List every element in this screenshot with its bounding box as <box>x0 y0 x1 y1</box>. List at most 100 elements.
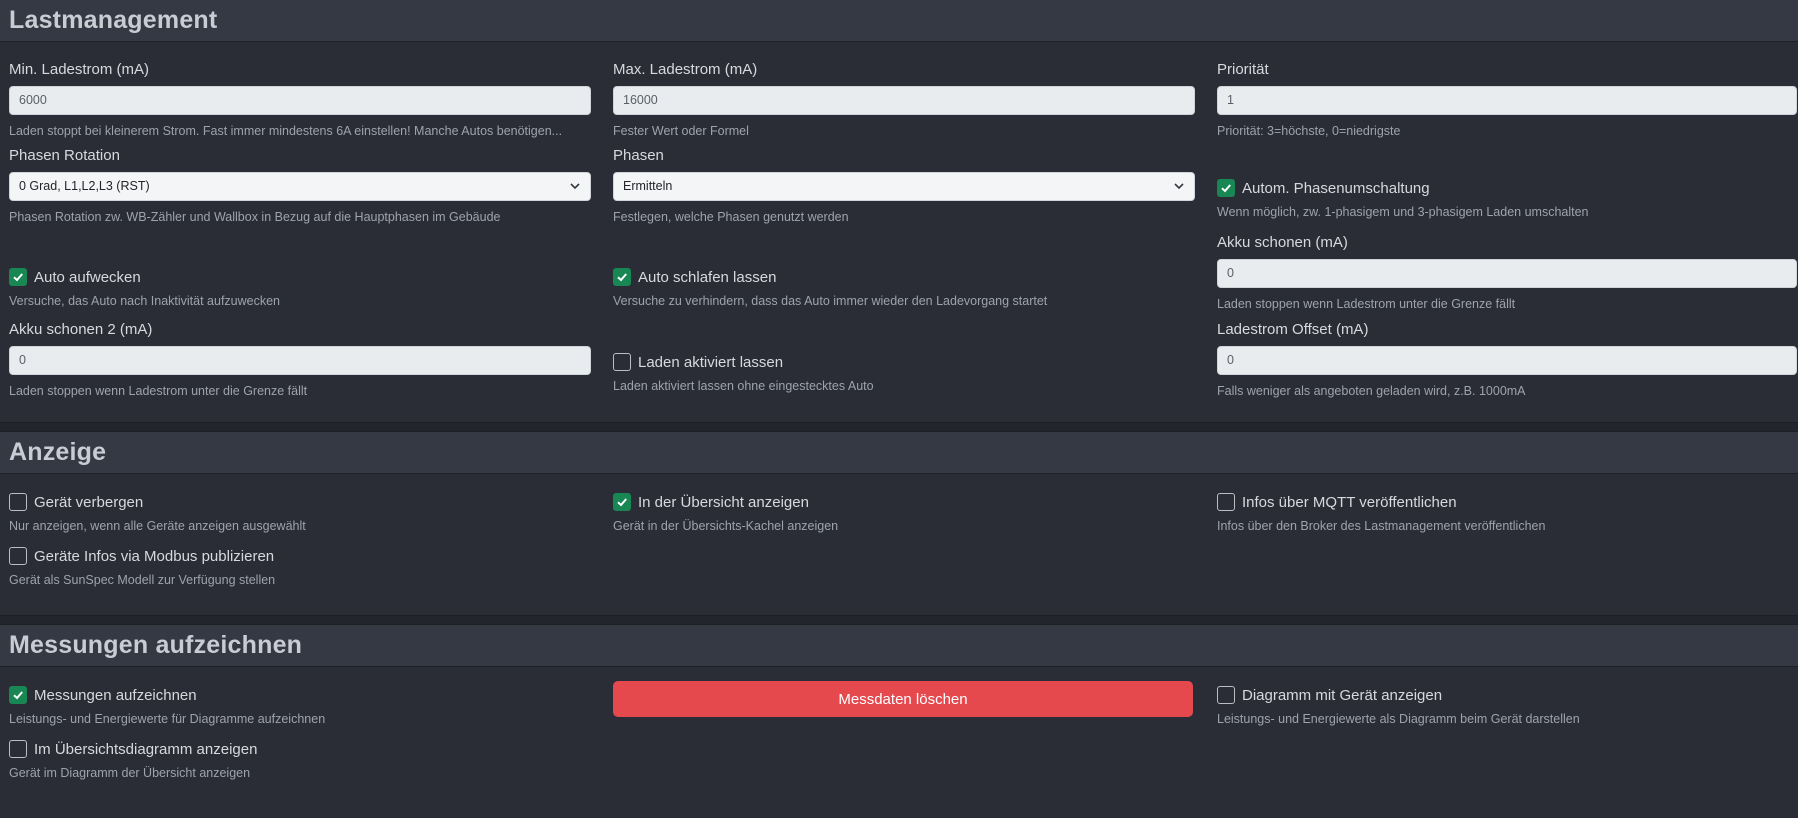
uebersicht-anzeigen-checkbox[interactable] <box>613 493 631 511</box>
field-label: Phasen <box>613 147 664 164</box>
akku-schonen-field: Akku schonen (mA) 0 Laden stoppen wenn L… <box>1217 233 1797 312</box>
check-row: Gerät verbergen <box>9 492 591 512</box>
auto-schlafen-checkbox[interactable] <box>613 268 631 286</box>
field-help: Laden stoppen wenn Ladestrom unter die G… <box>9 384 308 398</box>
section-body: Messungen aufzeichnen Leistungs- und Ene… <box>0 667 1798 817</box>
akku-schonen2-field: Akku schonen 2 (mA) 0 Laden stoppen wenn… <box>9 320 591 399</box>
field-help: Gerät in der Übersichts-Kachel anzeigen <box>613 519 839 533</box>
field-help: Leistungs- und Energiewerte für Diagramm… <box>9 712 326 726</box>
field-label: Min. Ladestrom (mA) <box>9 61 150 78</box>
check-icon <box>13 691 23 700</box>
modbus-checkbox[interactable] <box>9 547 27 565</box>
field-help: Leistungs- und Energiewerte als Diagramm… <box>1217 712 1580 726</box>
geraet-verbergen-checkbox[interactable] <box>9 493 27 511</box>
field-help: Falls weniger als angeboten geladen wird… <box>1217 384 1526 398</box>
field-label: Priorität <box>1217 61 1269 78</box>
check-icon <box>13 273 23 282</box>
phasen-select[interactable]: Ermitteln <box>613 172 1195 201</box>
ladestrom-offset-field: Ladestrom Offset (mA) 0 Falls weniger al… <box>1217 320 1797 399</box>
diagramm-geraet-field: Diagramm mit Gerät anzeigen Leistungs- u… <box>1217 685 1797 727</box>
min-ladestrom-input[interactable]: 6000 <box>9 86 591 115</box>
section-anzeige: Anzeige Gerät verbergen Nur anzeigen, we… <box>0 432 1798 615</box>
field-help: Laden stoppen wenn Ladestrom unter die G… <box>1217 297 1516 311</box>
field-help: Versuche zu verhindern, dass das Auto im… <box>613 294 1048 308</box>
field-help: Infos über den Broker des Lastmanagement… <box>1217 519 1546 533</box>
check-row: Laden aktiviert lassen <box>613 352 1195 372</box>
check-row: Diagramm mit Gerät anzeigen <box>1217 685 1797 705</box>
auto-aufwecken-checkbox[interactable] <box>9 268 27 286</box>
auto-schlafen-field: Auto schlafen lassen Versuche zu verhind… <box>613 267 1195 309</box>
field-label: Max. Ladestrom (mA) <box>613 61 758 78</box>
autom-phasenumschaltung-checkbox[interactable] <box>1217 179 1235 197</box>
field-help: Wenn möglich, zw. 1-phasigem und 3-phasi… <box>1217 205 1589 219</box>
checkbox-label: Auto schlafen lassen <box>638 268 777 286</box>
section-body: Min. Ladestrom (mA) 6000 Laden stoppt be… <box>0 42 1798 422</box>
section-header: Anzeige <box>0 432 1798 474</box>
mqtt-field: Infos über MQTT veröffentlichen Infos üb… <box>1217 492 1797 534</box>
section-body: Gerät verbergen Nur anzeigen, wenn alle … <box>0 474 1798 615</box>
phasen-rotation-select[interactable]: 0 Grad, L1,L2,L3 (RST) <box>9 172 591 201</box>
prioritaet-input[interactable]: 1 <box>1217 86 1797 115</box>
check-row: Geräte Infos via Modbus publizieren <box>9 546 591 566</box>
diagramm-geraet-checkbox[interactable] <box>1217 686 1235 704</box>
field-help: Laden aktiviert lassen ohne eingesteckte… <box>613 379 874 393</box>
uebersichtsdiagramm-checkbox[interactable] <box>9 740 27 758</box>
geraet-verbergen-field: Gerät verbergen Nur anzeigen, wenn alle … <box>9 492 591 534</box>
chevron-down-icon <box>570 183 580 190</box>
section-header: Messungen aufzeichnen <box>0 625 1798 667</box>
akku-schonen2-input[interactable]: 0 <box>9 346 591 375</box>
phasen-rotation-field: Phasen Rotation 0 Grad, L1,L2,L3 (RST) P… <box>9 146 591 225</box>
checkbox-label: Auto aufwecken <box>34 268 141 286</box>
ladestrom-offset-input[interactable]: 0 <box>1217 346 1797 375</box>
max-ladestrom-field: Max. Ladestrom (mA) 16000 Fester Wert od… <box>613 60 1195 139</box>
checkbox-label: Im Übersichtsdiagramm anzeigen <box>34 740 258 758</box>
field-label: Akku schonen 2 (mA) <box>9 321 153 338</box>
field-help: Nur anzeigen, wenn alle Geräte anzeigen … <box>9 519 306 533</box>
check-row: Infos über MQTT veröffentlichen <box>1217 492 1797 512</box>
max-ladestrom-input[interactable]: 16000 <box>613 86 1195 115</box>
section-title: Messungen aufzeichnen <box>9 631 303 659</box>
check-row: Auto aufwecken <box>9 267 591 287</box>
prioritaet-field: Priorität 1 Priorität: 3=höchste, 0=nied… <box>1217 60 1797 139</box>
autom-phasenumschaltung-field: Autom. Phasenumschaltung Wenn möglich, z… <box>1217 178 1797 220</box>
select-value: Ermitteln <box>623 179 673 193</box>
section-messungen: Messungen aufzeichnen Messungen aufzeich… <box>0 625 1798 817</box>
checkbox-label: Laden aktiviert lassen <box>638 353 784 371</box>
chevron-down-icon <box>1174 183 1184 190</box>
section-divider <box>0 615 1798 625</box>
field-label: Ladestrom Offset (mA) <box>1217 321 1369 338</box>
field-help: Gerät als SunSpec Modell zur Verfügung s… <box>9 573 276 587</box>
checkbox-label: Autom. Phasenumschaltung <box>1242 179 1430 197</box>
auto-aufwecken-field: Auto aufwecken Versuche, das Auto nach I… <box>9 267 591 309</box>
check-row: Autom. Phasenumschaltung <box>1217 178 1797 198</box>
field-help: Festlegen, welche Phasen genutzt werden <box>613 210 849 224</box>
uebersichtsdiagramm-field: Im Übersichtsdiagramm anzeigen Gerät im … <box>9 739 591 781</box>
check-icon <box>1221 184 1231 193</box>
messungen-aufzeichnen-field: Messungen aufzeichnen Leistungs- und Ene… <box>9 685 591 727</box>
checkbox-label: In der Übersicht anzeigen <box>638 493 809 511</box>
messdaten-loeschen-button[interactable]: Messdaten löschen <box>613 681 1193 717</box>
section-header: Lastmanagement <box>0 0 1798 42</box>
laden-aktiviert-checkbox[interactable] <box>613 353 631 371</box>
check-icon <box>617 498 627 507</box>
checkbox-label: Messungen aufzeichnen <box>34 686 197 704</box>
messungen-aufzeichnen-checkbox[interactable] <box>9 686 27 704</box>
mqtt-checkbox[interactable] <box>1217 493 1235 511</box>
laden-aktiviert-field: Laden aktiviert lassen Laden aktiviert l… <box>613 352 1195 394</box>
uebersicht-anzeigen-field: In der Übersicht anzeigen Gerät in der Ü… <box>613 492 1195 534</box>
section-title: Anzeige <box>9 438 107 466</box>
check-icon <box>617 273 627 282</box>
check-row: Im Übersichtsdiagramm anzeigen <box>9 739 591 759</box>
akku-schonen-input[interactable]: 0 <box>1217 259 1797 288</box>
min-ladestrom-field: Min. Ladestrom (mA) 6000 Laden stoppt be… <box>9 60 591 139</box>
section-title: Lastmanagement <box>9 6 218 34</box>
check-row: In der Übersicht anzeigen <box>613 492 1195 512</box>
field-help: Versuche, das Auto nach Inaktivität aufz… <box>9 294 281 308</box>
checkbox-label: Diagramm mit Gerät anzeigen <box>1242 686 1443 704</box>
field-help: Fester Wert oder Formel <box>613 124 749 138</box>
select-value: 0 Grad, L1,L2,L3 (RST) <box>19 179 150 193</box>
field-label: Akku schonen (mA) <box>1217 234 1348 251</box>
checkbox-label: Infos über MQTT veröffentlichen <box>1242 493 1457 511</box>
check-row: Auto schlafen lassen <box>613 267 1195 287</box>
section-lastmanagement: Lastmanagement Min. Ladestrom (mA) 6000 … <box>0 0 1798 422</box>
